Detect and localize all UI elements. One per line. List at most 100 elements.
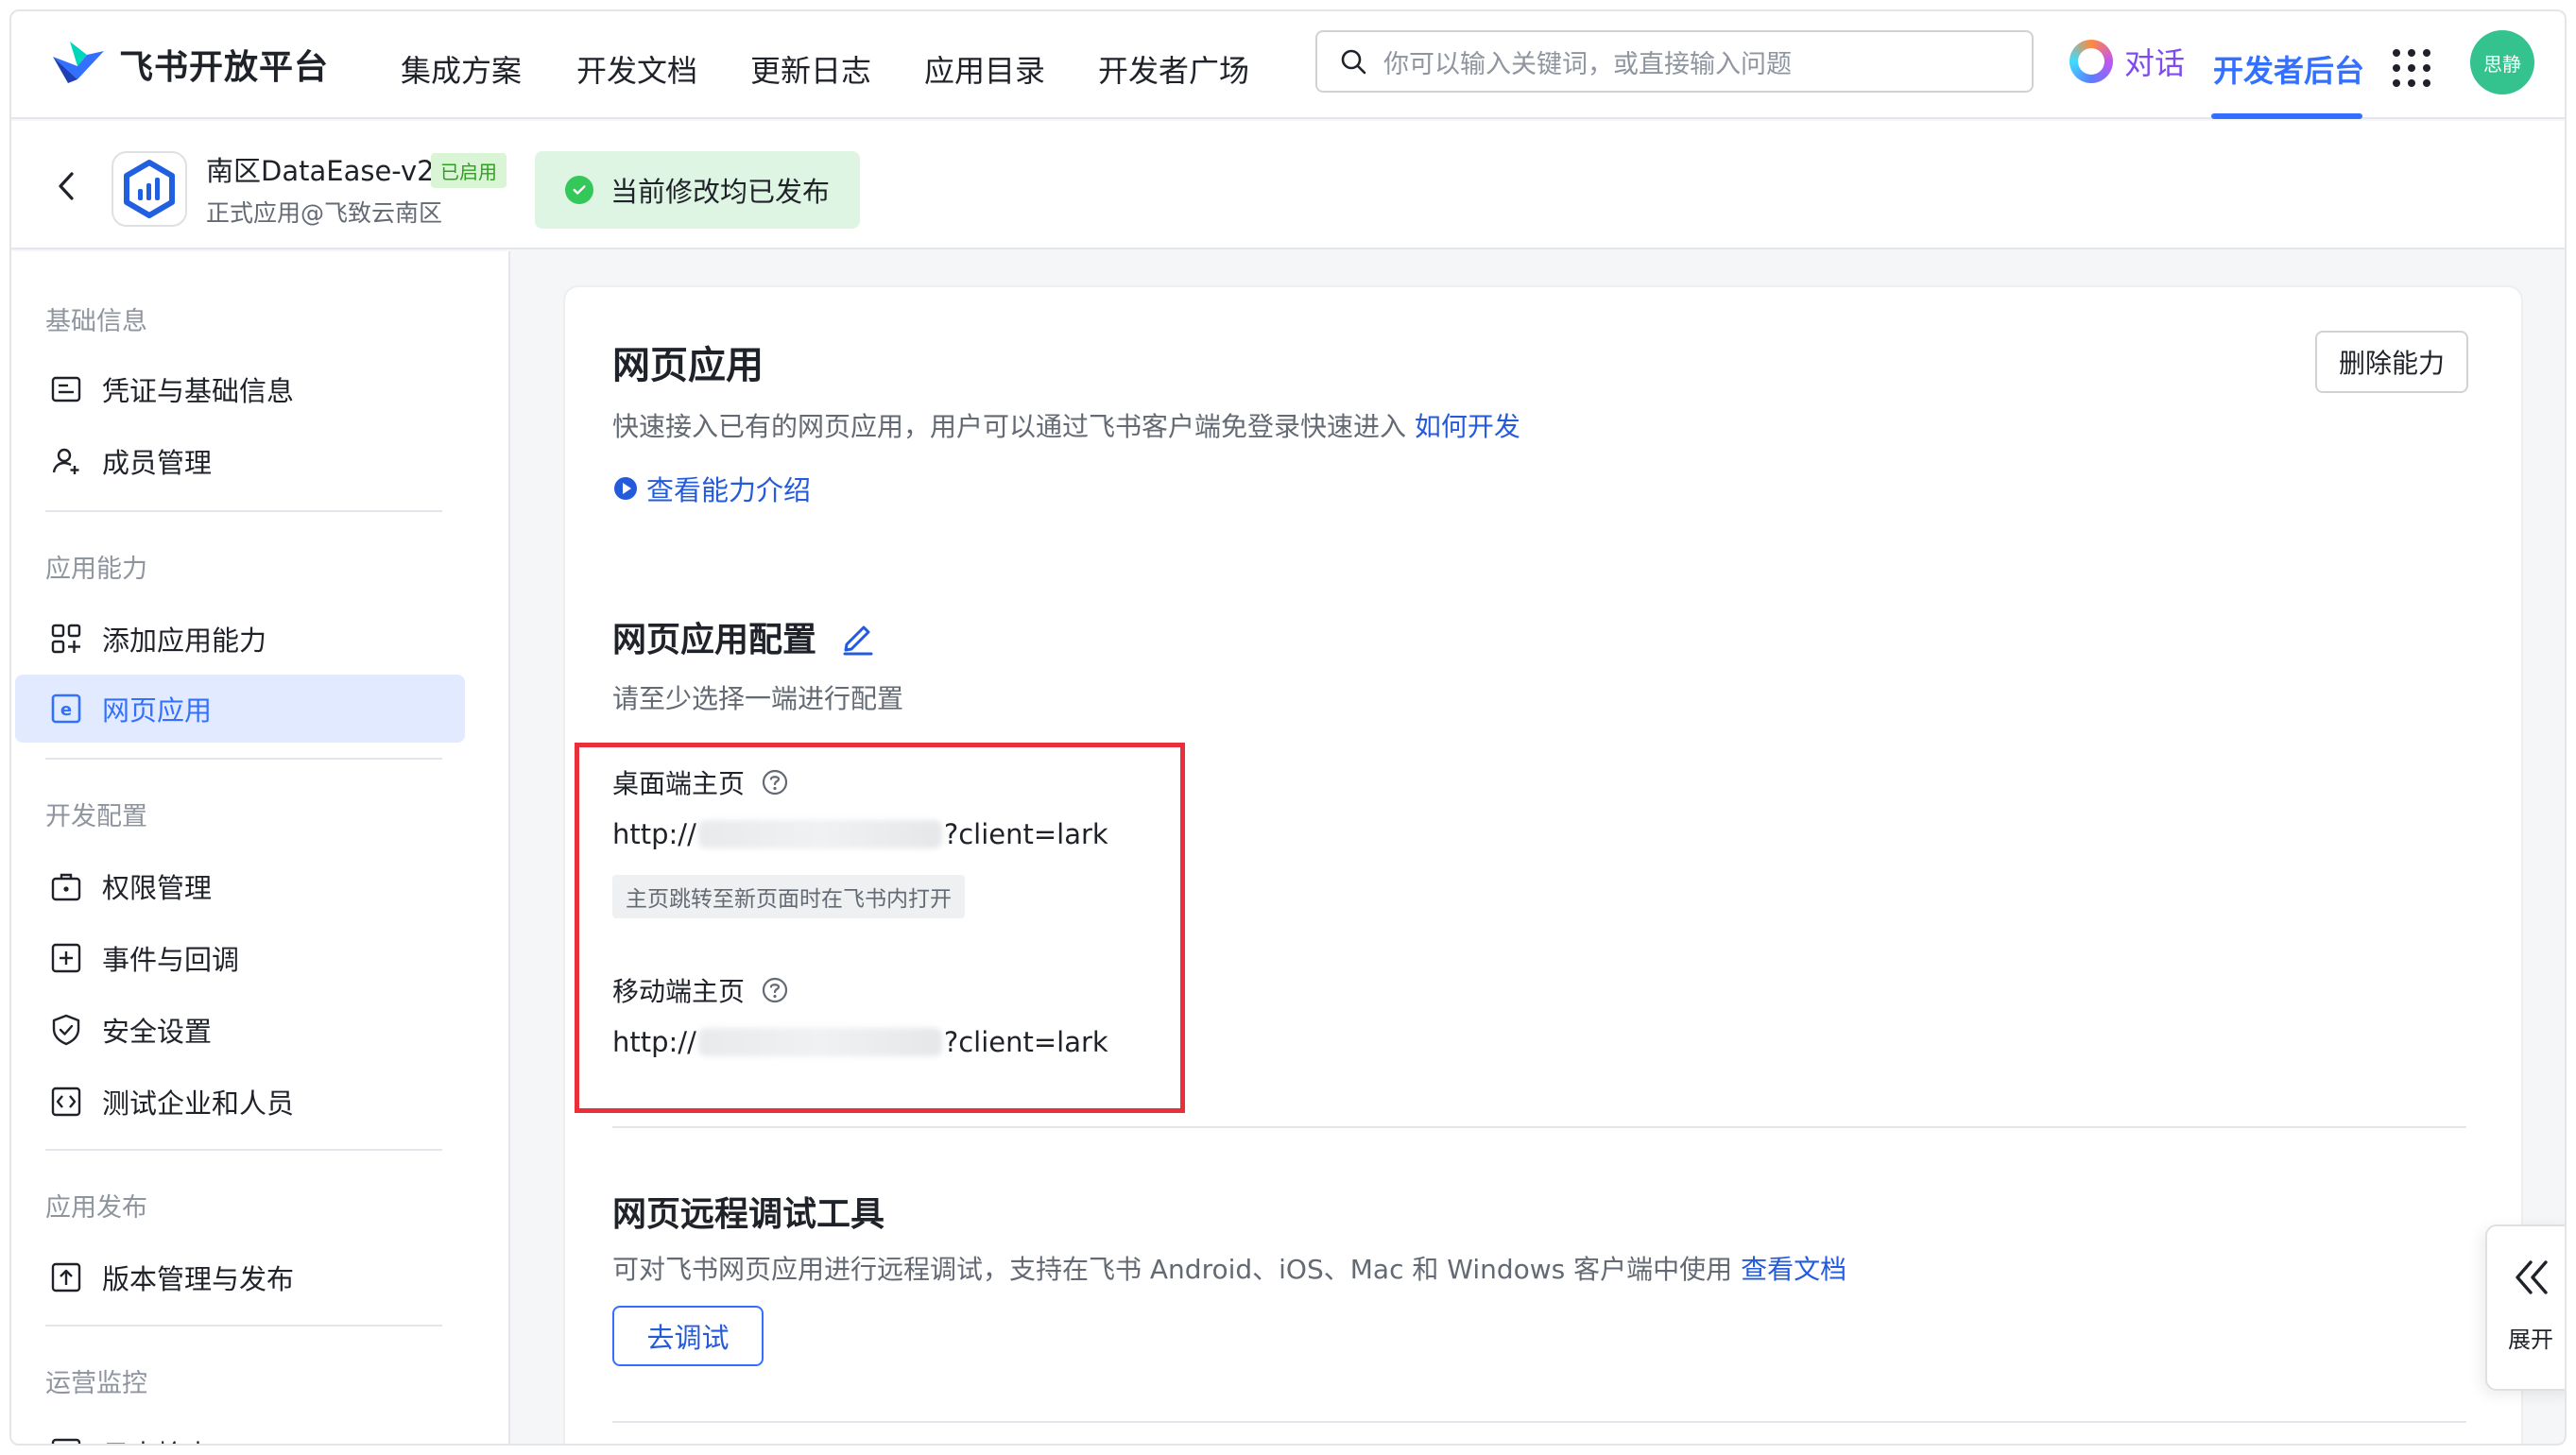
nav-dev-square[interactable]: 开发者广场	[1098, 47, 1249, 91]
sidebar-item-credentials[interactable]: 凭证与基础信息	[15, 355, 465, 423]
sidebar-item-events[interactable]: 事件与回调	[15, 924, 465, 992]
sidebar-item-label: 事件与回调	[102, 944, 240, 976]
mobile-homepage-label: 移动端主页	[612, 971, 790, 1009]
top-navbar: 飞书开放平台 集成方案 开发文档 更新日志 应用目录 开发者广场 你可以输入关键…	[11, 11, 2565, 119]
app-name: 南区DataEase-v2	[206, 155, 435, 187]
url-prefix: http://	[612, 818, 696, 850]
user-avatar[interactable]: 思静	[2470, 30, 2534, 94]
help-circle-icon[interactable]	[760, 767, 790, 797]
open-in-feishu-tag: 主页跳转至新页面时在飞书内打开	[612, 875, 965, 918]
event-add-icon	[51, 943, 81, 973]
desktop-homepage-label: 桌面端主页	[612, 763, 790, 801]
page-title: 网页应用	[612, 344, 764, 387]
expand-label: 展开	[2508, 1327, 2553, 1353]
sidebar-item-web-app[interactable]: e 网页应用	[15, 675, 465, 743]
view-docs-link[interactable]: 查看文档	[1741, 1254, 1846, 1285]
edit-pencil-icon[interactable]	[839, 618, 877, 656]
url-prefix: http://	[612, 1026, 696, 1058]
apps-grid-icon[interactable]	[2393, 49, 2430, 87]
check-circle-icon	[565, 176, 593, 204]
capability-intro-link[interactable]: 查看能力介绍	[612, 469, 811, 508]
ai-chat-icon	[2069, 40, 2113, 83]
sidebar-group-monitor: 运营监控	[45, 1369, 147, 1398]
svg-text:e: e	[60, 700, 72, 720]
sidebar-group-basic: 基础信息	[45, 307, 147, 336]
sidebar-divider	[45, 1325, 442, 1327]
url-suffix: ?client=lark	[943, 818, 1108, 850]
publish-status-banner: 当前修改均已发布	[535, 151, 861, 229]
sidebar-group-dev: 开发配置	[45, 802, 147, 831]
config-hint: 请至少选择一端进行配置	[612, 683, 904, 714]
sidebar-divider	[45, 758, 442, 760]
intro-link-text: 查看能力介绍	[646, 474, 812, 506]
nav-app-directory[interactable]: 应用目录	[924, 47, 1045, 91]
sidebar-item-label: 安全设置	[102, 1016, 213, 1048]
url-suffix: ?client=lark	[943, 1026, 1108, 1058]
search-placeholder: 你可以输入关键词，或直接输入问题	[1383, 49, 1792, 79]
section-divider	[612, 1421, 2466, 1423]
upload-box-icon	[51, 1262, 81, 1292]
search-input[interactable]: 你可以输入关键词，或直接输入问题	[1315, 30, 2034, 93]
code-box-icon	[51, 1087, 81, 1117]
sidebar-item-members[interactable]: 成员管理	[15, 427, 465, 495]
app-hexagon-chart-icon	[124, 160, 175, 218]
status-badge: 已启用	[431, 153, 507, 188]
id-card-icon	[51, 376, 81, 402]
sidebar-group-capability: 应用能力	[45, 555, 147, 584]
shield-check-icon	[52, 1014, 80, 1046]
sidebar-item-test-org[interactable]: 测试企业和人员	[15, 1068, 465, 1136]
app-header: 南区DataEase-v2 已启用 正式应用@飞致云南区 当前修改均已发布	[11, 121, 2565, 249]
redacted-url-segment	[697, 820, 942, 848]
double-chevron-left-icon	[2516, 1260, 2548, 1294]
sidebar-item-label: 版本管理与发布	[102, 1263, 295, 1295]
redacted-url-segment	[697, 1028, 942, 1056]
debug-section-title: 网页远程调试工具	[612, 1195, 885, 1234]
config-section-title: 网页应用配置	[612, 621, 817, 659]
debug-description: 可对飞书网页应用进行远程调试，支持在飞书 Android、iOS、Mac 和 W…	[612, 1249, 1846, 1287]
help-circle-icon[interactable]	[760, 975, 790, 1005]
sidebar-item-label: 添加应用能力	[102, 625, 267, 657]
web-app-card: 网页应用 快速接入已有的网页应用，用户可以通过飞书客户端免登录快速进入 如何开发…	[563, 285, 2523, 1444]
feishu-logo-icon	[53, 42, 104, 83]
desktop-label-text: 桌面端主页	[612, 768, 746, 799]
chat-label: 对话	[2124, 45, 2186, 81]
sidebar-item-add-capability[interactable]: 添加应用能力	[15, 605, 465, 673]
description-text: 快速接入已有的网页应用，用户可以通过飞书客户端免登录快速进入	[612, 411, 1407, 442]
play-circle-icon	[614, 477, 637, 500]
desktop-homepage-url: http:// ?client=lark	[612, 818, 1108, 850]
app-icon	[112, 151, 187, 227]
sidebar-item-label: 凭证与基础信息	[102, 375, 295, 407]
user-add-icon	[52, 448, 79, 474]
apps-add-icon	[51, 624, 81, 654]
mobile-homepage-url: http:// ?client=lark	[612, 1026, 1108, 1058]
delete-capability-button[interactable]: 删除能力	[2315, 331, 2468, 393]
publish-status-text: 当前修改均已发布	[610, 176, 831, 208]
nav-solutions[interactable]: 集成方案	[401, 47, 522, 91]
sidebar-item-versions[interactable]: 版本管理与发布	[15, 1243, 465, 1311]
page-description: 快速接入已有的网页应用，用户可以通过飞书客户端免登录快速进入 如何开发	[612, 406, 1520, 444]
go-debug-button[interactable]: 去调试	[612, 1306, 764, 1366]
search-icon	[1341, 49, 1366, 75]
app-subtitle: 正式应用@飞致云南区	[206, 199, 443, 227]
log-search-icon	[51, 1438, 81, 1444]
section-divider	[612, 1126, 2466, 1128]
sidebar-item-logs[interactable]: 日志检索	[15, 1419, 465, 1444]
mobile-label-text: 移动端主页	[612, 976, 746, 1007]
nav-docs[interactable]: 开发文档	[576, 47, 697, 91]
nav-dev-console[interactable]: 开发者后台	[2213, 47, 2364, 91]
chat-button[interactable]: 对话	[2069, 40, 2185, 83]
debug-description-text: 可对飞书网页应用进行远程调试，支持在飞书 Android、iOS、Mac 和 W…	[612, 1254, 1733, 1285]
sidebar-item-label: 日志检索	[102, 1433, 212, 1444]
sidebar-item-security[interactable]: 安全设置	[15, 996, 465, 1064]
nav-changelog[interactable]: 更新日志	[750, 47, 871, 91]
sidebar-divider	[45, 510, 442, 512]
how-to-develop-link[interactable]: 如何开发	[1415, 411, 1520, 442]
brand-name: 飞书开放平台	[119, 48, 330, 87]
sidebar-item-label: 网页应用	[102, 694, 213, 727]
expand-panel-button[interactable]: 展开	[2485, 1224, 2565, 1391]
active-nav-indicator	[2211, 113, 2362, 119]
brand-logo[interactable]: 飞书开放平台	[49, 38, 329, 91]
sidebar-group-release: 应用发布	[45, 1193, 147, 1223]
sidebar-item-permissions[interactable]: 权限管理	[15, 852, 465, 920]
back-arrow-icon[interactable]	[51, 170, 83, 202]
